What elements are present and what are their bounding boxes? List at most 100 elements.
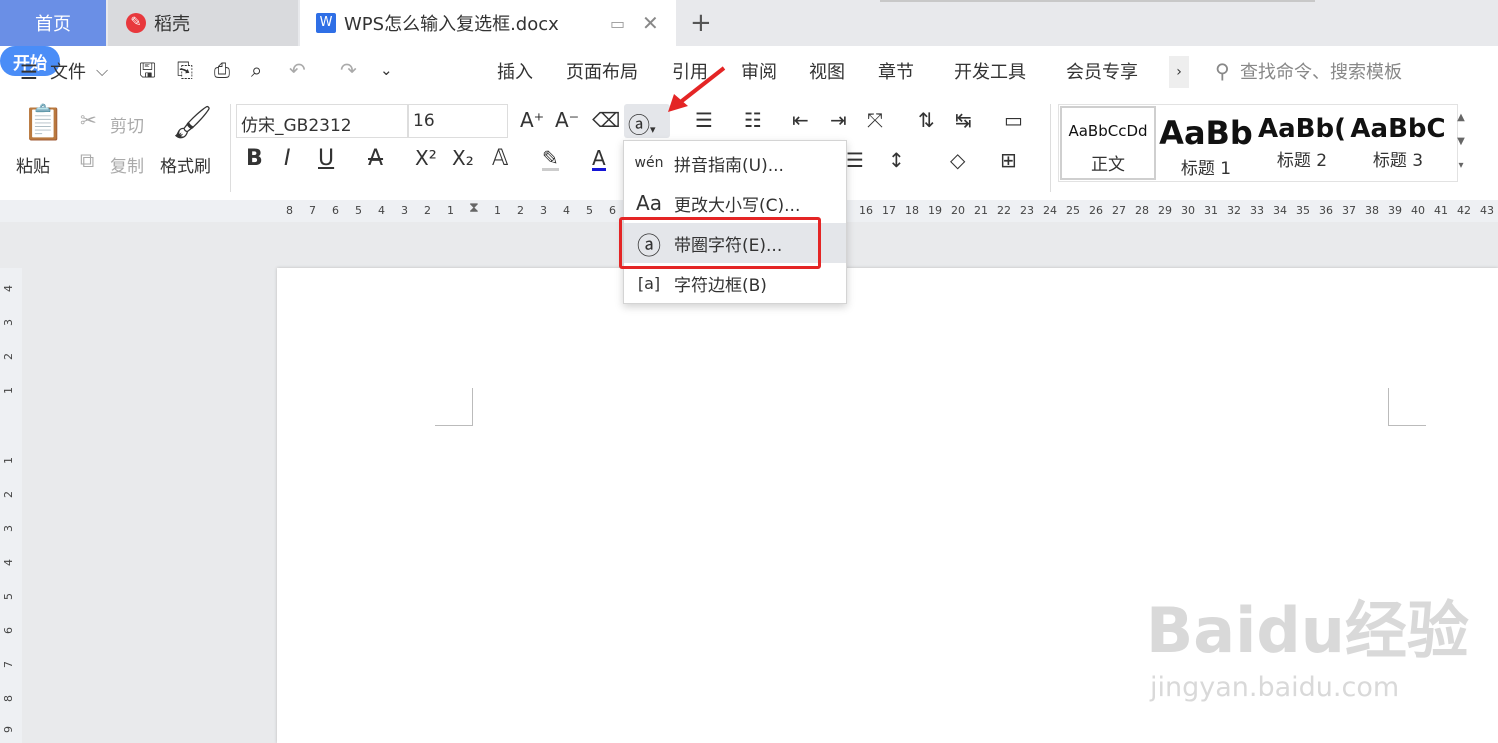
superscript-icon[interactable]: X²: [415, 148, 437, 168]
strikethrough-icon[interactable]: A: [368, 148, 383, 170]
print-icon[interactable]: ⎙: [214, 60, 230, 80]
cut-icon[interactable]: ✂: [80, 110, 97, 130]
format-painter-button[interactable]: 格式刷: [160, 152, 211, 177]
styles-scroll[interactable]: ▲ ▼ ▾: [1452, 106, 1470, 180]
ruler-number: 4: [2, 559, 15, 566]
copy-button[interactable]: 复制: [110, 152, 144, 177]
ruler-number: 37: [1342, 204, 1356, 217]
tab-page-layout[interactable]: 页面布局: [566, 58, 638, 84]
shading-icon[interactable]: ◇: [950, 150, 965, 170]
text-effect-icon[interactable]: 𝔸: [492, 148, 508, 170]
borders-icon[interactable]: ⊞: [1000, 150, 1017, 170]
tab-daoke[interactable]: ✎ 稻壳: [108, 0, 298, 46]
watermark-url: jingyan.baidu.com: [1150, 672, 1400, 703]
export-icon[interactable]: ⎘: [177, 60, 193, 80]
shrink-font-icon[interactable]: A⁻: [555, 110, 579, 130]
style-heading1[interactable]: AaBb 标题 1: [1158, 106, 1254, 180]
ruler-number: 6: [332, 204, 339, 217]
tab-chapter[interactable]: 章节: [878, 58, 914, 84]
ruler-number: 6: [609, 204, 616, 217]
tab-member[interactable]: 会员专享: [1066, 58, 1138, 84]
clear-format-icon[interactable]: ⌫: [592, 110, 620, 130]
print-preview-icon[interactable]: ⌕: [251, 60, 262, 80]
underline-icon[interactable]: U: [318, 148, 334, 170]
new-tab-button[interactable]: +: [690, 0, 712, 46]
ruler-number: 31: [1204, 204, 1218, 217]
style-heading3[interactable]: AaBbC 标题 3: [1350, 106, 1446, 180]
bold-icon[interactable]: B: [246, 148, 263, 170]
line-spacing-icon[interactable]: ↕: [888, 150, 905, 170]
window-shadow-line: [880, 0, 1315, 2]
redo-icon[interactable]: ↷: [340, 60, 357, 80]
close-tab-icon[interactable]: ✕: [642, 11, 659, 35]
ruler-number: 19: [928, 204, 942, 217]
font-color-icon[interactable]: A: [592, 148, 606, 171]
file-menu[interactable]: 文件: [50, 58, 86, 84]
tab-home[interactable]: 首页: [0, 0, 106, 46]
grow-font-icon[interactable]: A⁺: [520, 110, 544, 130]
tab-view[interactable]: 视图: [809, 58, 845, 84]
tab-insert[interactable]: 插入: [497, 58, 533, 84]
tab-developer[interactable]: 开发工具: [954, 58, 1026, 84]
ruler-number: 4: [2, 285, 15, 292]
font-size-select[interactable]: 16: [408, 104, 508, 138]
indent-marker[interactable]: ⧗: [469, 200, 479, 216]
distribute-icon[interactable]: ☰: [846, 150, 864, 170]
decrease-indent-icon[interactable]: ⇤: [792, 110, 809, 130]
ruler-number: 25: [1066, 204, 1080, 217]
ruler-number: 26: [1089, 204, 1103, 217]
ruler-number: 2: [2, 491, 15, 498]
style-heading2[interactable]: AaBb( 标题 2: [1254, 106, 1350, 180]
format-painter-icon[interactable]: 🖌: [172, 106, 213, 138]
divider: [1050, 104, 1051, 192]
save-icon[interactable]: 🖫: [139, 60, 156, 80]
italic-icon[interactable]: I: [284, 148, 291, 170]
tab-bar: 首页 ✎ 稻壳 W WPS怎么输入复选框.docx ▭ ✕ +: [0, 0, 1498, 46]
menu-item-character-border[interactable]: [a] 字符边框(B): [624, 263, 846, 303]
ruler-number: 1: [2, 457, 15, 464]
ruler-number: 36: [1319, 204, 1333, 217]
tab-review[interactable]: 审阅: [741, 58, 777, 84]
menu-item-label: 拼音指南(U)...: [674, 155, 784, 176]
tab-home-label: 首页: [35, 14, 71, 35]
ruler-number: 1: [447, 204, 454, 217]
search-input[interactable]: 查找命令、搜索模板: [1240, 58, 1402, 84]
vertical-ruler[interactable]: 4 3 2 1 1 2 3 4 5 6 7 8 9: [0, 268, 22, 743]
tab-document[interactable]: W WPS怎么输入复选框.docx ▭ ✕: [300, 0, 676, 46]
ruler-number: 1: [2, 387, 15, 394]
red-arrow-icon: [668, 66, 726, 112]
style-sample: AaBb: [1159, 114, 1253, 152]
style-name: 正文: [1091, 155, 1125, 175]
word-doc-icon: W: [316, 13, 336, 33]
ruler-number: 17: [882, 204, 896, 217]
more-tabs-button[interactable]: ›: [1169, 56, 1189, 88]
paste-icon[interactable]: 📋: [22, 106, 64, 140]
char-border-icon: [a]: [637, 273, 661, 293]
ruler-number: 20: [951, 204, 965, 217]
copy-icon[interactable]: ⧉: [80, 150, 94, 170]
chinese-layout-icon[interactable]: ⤧: [867, 110, 883, 130]
font-name-select[interactable]: 仿宋_GB2312: [236, 104, 408, 138]
chevron-down-icon[interactable]: ⌵: [96, 63, 108, 79]
search-icon[interactable]: ⚲: [1215, 61, 1230, 81]
increase-indent-icon[interactable]: ⇥: [830, 110, 847, 130]
menu-item-pinyin-guide[interactable]: wén 拼音指南(U)...: [624, 143, 846, 183]
sort-icon[interactable]: ⇅: [918, 110, 935, 130]
ruler-number: 7: [2, 661, 15, 668]
margin-corner-right: [1388, 388, 1426, 426]
subscript-icon[interactable]: X₂: [452, 148, 474, 168]
ruler-number: 22: [997, 204, 1011, 217]
style-normal[interactable]: AaBbCcDd 正文: [1060, 106, 1156, 180]
highlight-icon[interactable]: ✎: [542, 148, 559, 171]
ruler-number: 41: [1434, 204, 1448, 217]
show-marks-icon[interactable]: ↹: [955, 110, 972, 130]
monitor-icon[interactable]: ▭: [610, 14, 625, 33]
paste-button[interactable]: 粘贴: [16, 152, 50, 177]
cut-button[interactable]: 剪切: [110, 112, 144, 137]
numbered-list-icon[interactable]: ☷: [744, 110, 762, 130]
ruler-number: 2: [517, 204, 524, 217]
hamburger-icon[interactable]: ☰: [20, 62, 38, 82]
undo-icon[interactable]: ↶: [289, 60, 306, 80]
table-ruler-icon[interactable]: ▭: [1004, 110, 1023, 130]
more-quick-icon[interactable]: ⌄: [380, 63, 393, 78]
